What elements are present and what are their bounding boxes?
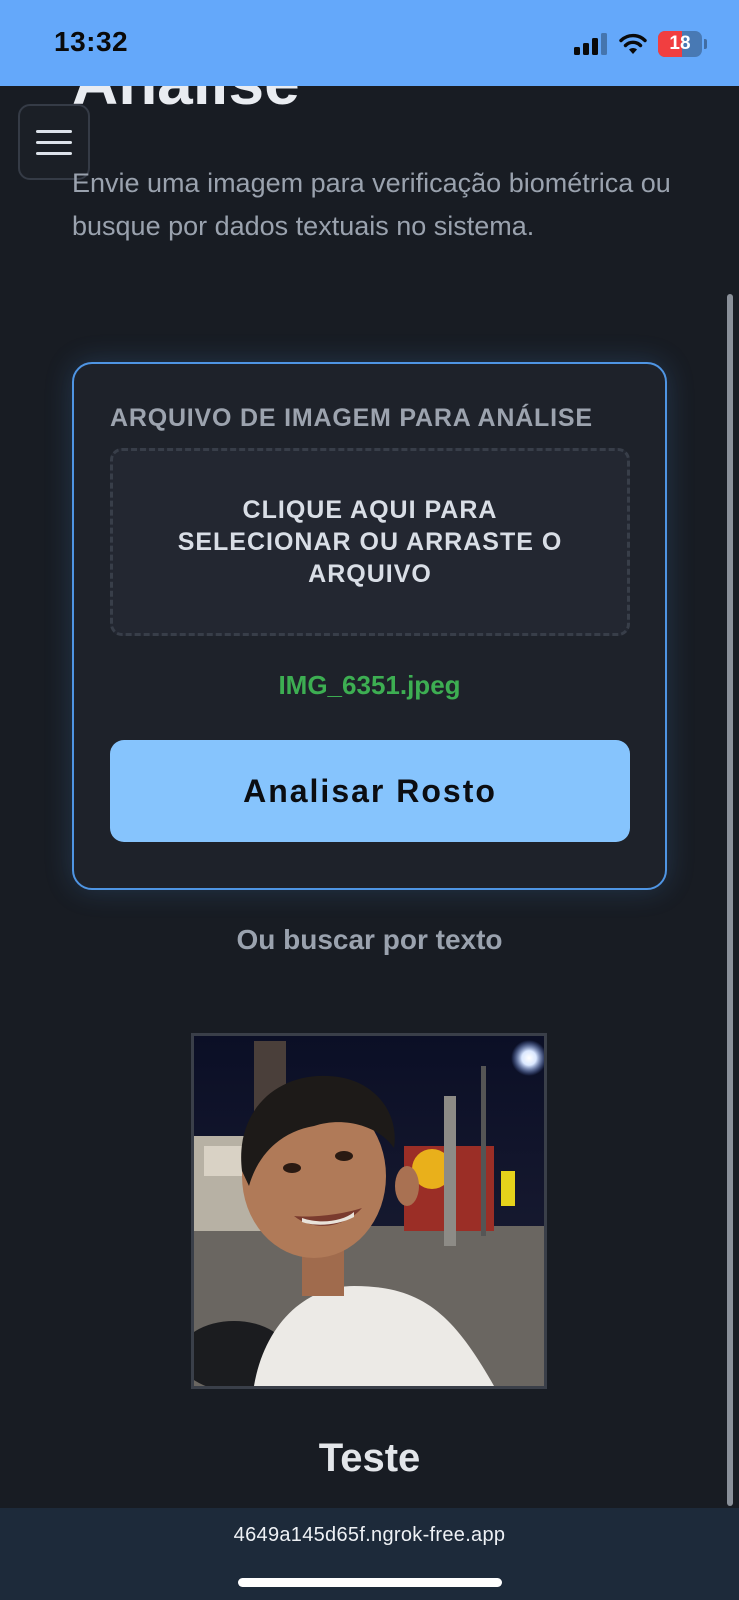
battery-level: 18 bbox=[669, 33, 691, 54]
upload-card: ARQUIVO DE IMAGEM PARA ANÁLISE CLIQUE AQ… bbox=[72, 362, 667, 890]
page-content: Análise Envie uma imagem para verificaçã… bbox=[0, 86, 739, 1508]
hamburger-menu-icon bbox=[36, 151, 72, 155]
result-name: Teste bbox=[318, 1436, 421, 1480]
wifi-icon bbox=[619, 33, 647, 54]
status-bar: 13:32 18 bbox=[0, 0, 739, 86]
selected-filename: IMG_6351.jpeg bbox=[278, 670, 461, 700]
signal-icon bbox=[574, 33, 607, 55]
upload-field-label: ARQUIVO DE IMAGEM PARA ANÁLISE bbox=[110, 404, 593, 432]
hamburger-menu-icon bbox=[36, 129, 72, 133]
text-search-link[interactable]: Ou buscar por texto bbox=[0, 924, 739, 956]
analyze-face-button[interactable]: Analisar Rosto bbox=[110, 740, 630, 842]
page-description: Envie uma imagem para verificação biomét… bbox=[72, 168, 671, 241]
file-dropzone[interactable]: CLIQUE AQUI PARA SELECIONAR OU ARRASTE O… bbox=[110, 448, 630, 636]
home-indicator[interactable] bbox=[238, 1578, 502, 1587]
battery-tip bbox=[704, 39, 707, 49]
battery-icon: 18 bbox=[658, 31, 702, 57]
page-title: Análise bbox=[72, 86, 300, 114]
status-icons: 18 bbox=[574, 28, 707, 60]
result-photo-image bbox=[194, 1036, 544, 1386]
result-photo bbox=[191, 1033, 547, 1389]
browser-address-bar[interactable]: 4649a145d65f.ngrok-free.app bbox=[0, 1508, 739, 1600]
browser-url[interactable]: 4649a145d65f.ngrok-free.app bbox=[0, 1524, 739, 1547]
dropzone-text: CLIQUE AQUI PARA SELECIONAR OU ARRASTE O… bbox=[177, 496, 563, 588]
scrollbar[interactable] bbox=[727, 294, 733, 1506]
hamburger-menu-icon bbox=[36, 140, 72, 144]
status-time: 13:32 bbox=[54, 26, 129, 57]
